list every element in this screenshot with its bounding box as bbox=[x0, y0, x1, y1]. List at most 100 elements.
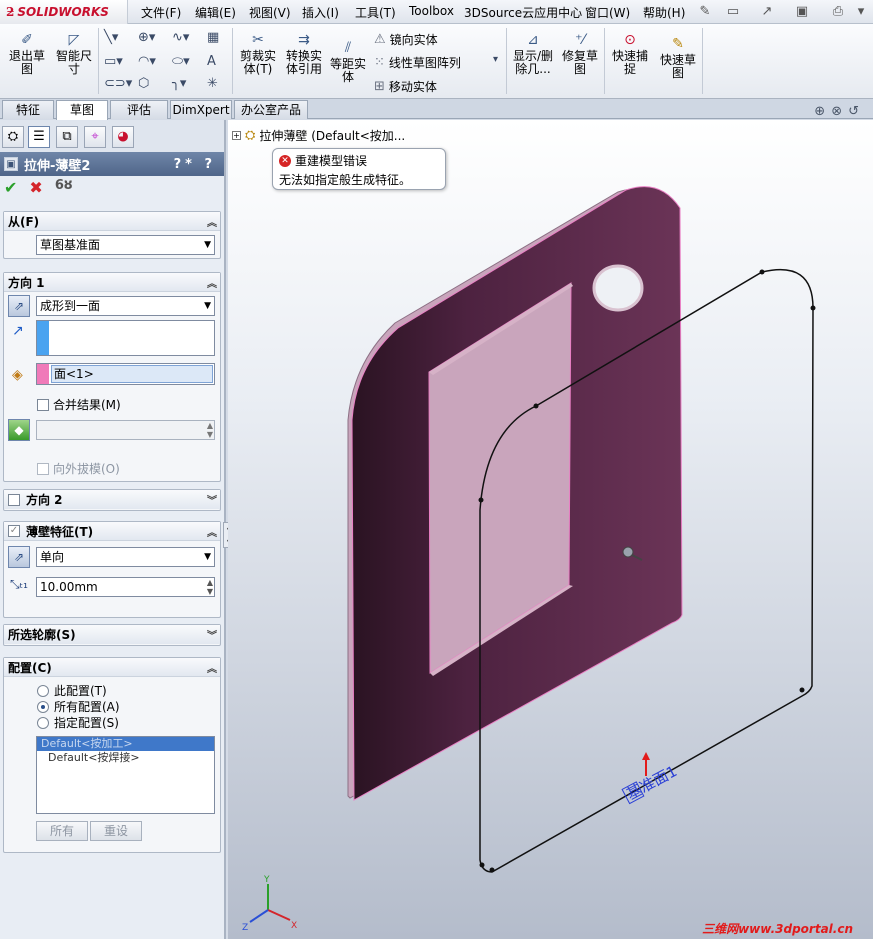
open-icon[interactable]: ↗ bbox=[758, 3, 776, 21]
menu-tools[interactable]: 工具(T) bbox=[355, 4, 396, 21]
radio-specify-configs[interactable]: 指定配置(S) bbox=[37, 714, 119, 731]
options-dropdown-icon[interactable]: ▾ bbox=[852, 3, 870, 21]
convert-entities-button[interactable]: ⇉ 转换实体引用 bbox=[282, 32, 326, 76]
new-document-icon[interactable]: ▭ bbox=[724, 3, 742, 21]
save-icon[interactable]: ▣ bbox=[793, 3, 811, 21]
origin-arrow bbox=[642, 752, 650, 760]
print-icon[interactable]: ⎙ bbox=[829, 3, 847, 21]
tab-sketch[interactable]: 草图 bbox=[56, 100, 108, 120]
linear-pattern-button[interactable]: ⁙ 线性草图阵列 bbox=[374, 54, 461, 71]
detailed-preview-icon[interactable]: 6ȣ bbox=[55, 178, 73, 197]
rapid-sketch-button[interactable]: ✎ 快速草图 bbox=[656, 36, 700, 80]
repair-sketch-button[interactable]: ⁺⁄ 修复草图 bbox=[560, 32, 600, 76]
list-item[interactable]: Default<按焊接> bbox=[37, 751, 214, 765]
group-from-header[interactable]: 从(F) ︽ bbox=[4, 212, 220, 231]
spline-icon[interactable]: ∿▾ bbox=[172, 30, 189, 45]
spinner-arrows-icon: ▲ ▼ bbox=[206, 421, 213, 439]
tab-features[interactable]: 特征 bbox=[2, 100, 54, 119]
line-icon[interactable]: ╲▾ bbox=[104, 30, 118, 45]
thin-type-select[interactable]: 单向 ▼ bbox=[36, 547, 215, 567]
exit-sketch-button[interactable]: ✐ 退出草图 bbox=[6, 32, 48, 76]
command-tabs: 特征 草图 评估 DimXpert 办公室产品 bbox=[0, 99, 873, 120]
pattern-dropdown-icon[interactable]: ▾ bbox=[493, 54, 498, 65]
group-direction2-header[interactable]: 方向 2 ︾ bbox=[4, 490, 220, 509]
polygon-icon[interactable]: ⬡ bbox=[138, 76, 149, 91]
draft-icon[interactable]: ◆ bbox=[8, 419, 30, 441]
expand-plus-icon[interactable]: + bbox=[232, 131, 241, 140]
zoom-area-icon[interactable]: ⊗ bbox=[831, 104, 842, 119]
draft-angle-spinner[interactable]: ▲ ▼ bbox=[36, 420, 215, 440]
expand-icon: ︾ bbox=[207, 631, 217, 642]
from-select[interactable]: 草图基准面 ▼ bbox=[36, 235, 215, 255]
menu-window[interactable]: 窗口(W) bbox=[585, 4, 630, 21]
arc-icon[interactable]: ◠▾ bbox=[138, 54, 156, 69]
point-icon[interactable]: ✳ bbox=[207, 76, 218, 91]
thin-reverse-icon[interactable]: ⇗ bbox=[8, 546, 30, 568]
quick-snaps-button[interactable]: ⊙ 快速捕捉 bbox=[608, 32, 652, 76]
menu-3dsource[interactable]: 3DSource云应用中心 bbox=[464, 4, 582, 21]
config-list[interactable]: Default<按加工> Default<按焊接> bbox=[36, 736, 215, 814]
configuration-manager-icon[interactable]: ⧉ bbox=[56, 126, 78, 148]
property-manager-icon[interactable]: ☰ bbox=[28, 126, 50, 148]
group-from: 从(F) ︽ 草图基准面 ▼ bbox=[3, 211, 221, 259]
draft-outward-checkbox[interactable]: 向外拔模(O) bbox=[37, 460, 120, 477]
tab-dimxpert[interactable]: DimXpert bbox=[170, 100, 232, 119]
reverse-direction-icon[interactable]: ⇗ bbox=[8, 295, 30, 317]
menu-file[interactable]: 文件(F) bbox=[141, 4, 181, 21]
tab-office-products[interactable]: 办公室产品 bbox=[234, 100, 308, 119]
solidworks-logo[interactable]: ƻ SOLIDWORKS bbox=[0, 0, 128, 24]
move-entities-button[interactable]: ⊞ 移动实体 bbox=[374, 78, 437, 95]
end-condition-select[interactable]: 成形到一面 ▼ bbox=[36, 296, 215, 316]
pin-icon[interactable]: ✎ bbox=[696, 3, 714, 21]
ellipse-icon[interactable]: ⬭▾ bbox=[172, 54, 190, 69]
list-item[interactable]: Default<按加工> bbox=[37, 737, 214, 751]
menu-toolbox[interactable]: Toolbox bbox=[409, 4, 454, 18]
group-direction2: 方向 2 ︾ bbox=[3, 489, 221, 511]
thin-feature-checkbox[interactable]: ✓ bbox=[8, 525, 20, 537]
merge-result-checkbox[interactable]: 合并结果(M) bbox=[37, 396, 121, 413]
face-selection-field[interactable]: 面<1> bbox=[36, 363, 215, 385]
display-delete-relations-button[interactable]: ⊿ 显示/删除几... bbox=[510, 32, 556, 76]
direction-vector-field[interactable] bbox=[36, 320, 215, 356]
rectangle-icon[interactable]: ▭▾ bbox=[104, 54, 123, 69]
dimxpert-manager-icon[interactable]: ⌖ bbox=[84, 126, 106, 148]
display-manager-icon[interactable]: ◕ bbox=[112, 126, 134, 148]
group-direction1-header[interactable]: 方向 1 ︽ bbox=[4, 273, 220, 292]
direction2-checkbox[interactable] bbox=[8, 493, 20, 506]
menu-view[interactable]: 视图(V) bbox=[249, 4, 291, 21]
feature-tree-flyout[interactable]: + ⛭ 拉伸薄壁 (Default<按加... bbox=[232, 127, 405, 144]
collapse-icon: ︽ bbox=[207, 527, 217, 539]
trim-entities-button[interactable]: ✂ 剪裁实体(T) bbox=[236, 32, 280, 76]
menu-help[interactable]: 帮助(H) bbox=[643, 4, 685, 21]
move-icon: ⊞ bbox=[374, 79, 385, 94]
rebuild-error-tooltip: ✕ 重建模型错误 无法如指定般生成特征。 bbox=[272, 148, 446, 190]
mirror-entities-button[interactable]: ⚠ 镜向实体 bbox=[374, 31, 438, 48]
smart-dimension-button[interactable]: ◸ 智能尺寸 bbox=[52, 32, 96, 76]
circle-icon[interactable]: ⊕▾ bbox=[138, 30, 155, 45]
plane-icon[interactable]: ▦ bbox=[207, 30, 219, 45]
group-contours-header[interactable]: 所选轮廓(S) ︾ bbox=[4, 625, 220, 644]
reset-button[interactable]: 重设 bbox=[90, 821, 142, 841]
menu-insert[interactable]: 插入(I) bbox=[302, 4, 339, 21]
thickness-input[interactable]: 10.00mm ▲ ▼ bbox=[36, 577, 215, 597]
text-icon[interactable]: A bbox=[207, 54, 216, 69]
graphics-area[interactable]: 基准面1 Y X Z + ⛭ 拉伸薄壁 (Default<按加... ✕ 重建模… bbox=[228, 120, 873, 939]
linear-pattern-label: 线性草图阵列 bbox=[388, 56, 461, 70]
tab-evaluate[interactable]: 评估 bbox=[110, 100, 168, 119]
menu-edit[interactable]: 编辑(E) bbox=[195, 4, 236, 21]
feature-manager-icon[interactable]: ⛭ bbox=[2, 126, 24, 148]
fillet-icon[interactable]: ╮▾ bbox=[172, 76, 186, 91]
zoom-to-fit-icon[interactable]: ⊕ bbox=[814, 104, 825, 119]
slot-icon[interactable]: ⊂⊃▾ bbox=[104, 76, 132, 91]
group-thin-header[interactable]: ✓ 薄壁特征(T) ︽ bbox=[4, 522, 220, 541]
offset-entities-button[interactable]: ⫽ 等距实体 bbox=[328, 40, 368, 84]
group-config-header[interactable]: 配置(C) ︽ bbox=[4, 658, 220, 677]
cancel-x-icon[interactable]: ✖ bbox=[29, 178, 42, 197]
repair-icon: ⁺⁄ bbox=[575, 32, 585, 48]
radio-all-configs[interactable]: 所有配置(A) bbox=[37, 698, 120, 715]
ok-check-icon[interactable]: ✔ bbox=[4, 178, 17, 197]
select-all-button[interactable]: 所有 bbox=[36, 821, 88, 841]
radio-this-config[interactable]: 此配置(T) bbox=[37, 682, 107, 699]
previous-view-icon[interactable]: ↺ bbox=[848, 104, 859, 119]
help-icon[interactable]: ?* ? bbox=[174, 157, 216, 172]
